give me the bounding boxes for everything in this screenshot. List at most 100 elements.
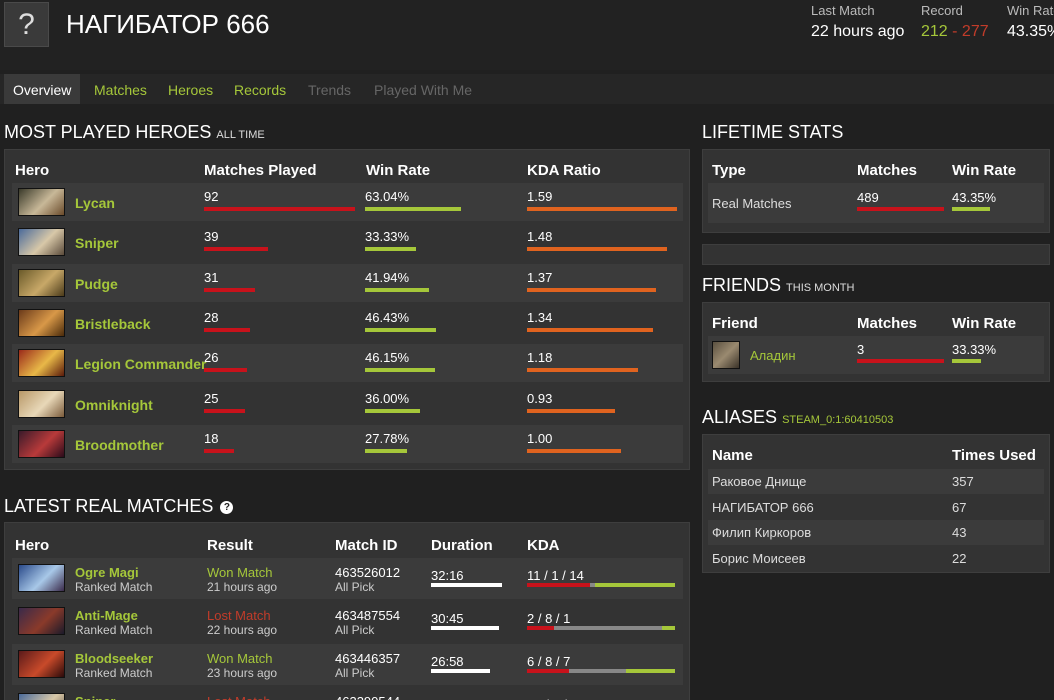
sniper-portrait[interactable] [18, 693, 65, 700]
kda-ratio: 1.00 [527, 430, 553, 446]
match-id[interactable]: 463390544 [335, 694, 400, 700]
match-id[interactable]: 463487554 [335, 608, 400, 623]
kda-bar [527, 669, 675, 673]
matches-played-bar [204, 408, 246, 413]
win-rate-bar [365, 207, 461, 211]
hero-name[interactable]: Bloodseeker [75, 651, 153, 666]
kda-ratio-bar [527, 448, 622, 453]
match-result[interactable]: Lost Match [207, 608, 271, 623]
player-avatar[interactable]: ? [4, 2, 49, 47]
matches-played-bar [204, 247, 268, 252]
hero-row[interactable]: Legion Commander 26 46.15% 1.18 [12, 344, 683, 383]
match-row[interactable]: Ogre Magi Ranked Match Won Match 21 hours a… [12, 558, 683, 599]
matches-played-bar [204, 448, 234, 453]
alias-name: Раковое Днище [712, 474, 807, 489]
alias-row[interactable]: Борис Моисеев 22 [708, 545, 1044, 571]
tab-records[interactable]: Records [225, 74, 295, 104]
match-row[interactable]: Anti-Mage Ranked Match Lost Match 22 hours … [12, 601, 683, 642]
friend-name[interactable]: Аладин [750, 348, 796, 363]
steam-id: STEAM_0:1:60410503 [782, 414, 894, 426]
hero-row[interactable]: Bristleback 28 46.43% 1.34 [12, 303, 683, 342]
win-rate: 27.78% [365, 430, 410, 446]
hero-name[interactable]: Sniper [75, 694, 115, 700]
col-kda: KDA [527, 537, 560, 554]
alias-row[interactable]: Раковое Днище 357 [708, 469, 1044, 494]
help-icon[interactable]: ? [220, 500, 234, 514]
most-played-title: MOST PLAYED HEROES ALL TIME [4, 122, 265, 143]
friends-title: FRIENDS THIS MONTH [702, 275, 854, 296]
hero-row[interactable]: Lycan 92 63.04% 1.59 [12, 183, 683, 221]
hero-row[interactable]: Pudge 31 41.94% 1.37 [12, 263, 683, 302]
col-hero: Hero [15, 162, 50, 179]
alias-times-used: 67 [952, 499, 967, 515]
friend-matches-bar [857, 359, 944, 363]
game-mode: All Pick [335, 580, 375, 594]
omniknight-portrait[interactable] [18, 389, 65, 418]
tab-heroes[interactable]: Heroes [159, 74, 222, 104]
win-rate: 46.15% [365, 350, 410, 366]
friend-win-rate: 33.33% [952, 342, 997, 357]
latest-matches-title-text: LATEST REAL MATCHES [4, 496, 214, 516]
hero-name[interactable]: Bristleback [75, 316, 150, 332]
anti-mage-portrait[interactable] [18, 607, 65, 635]
match-result[interactable]: Lost Match [207, 694, 271, 700]
sniper-portrait[interactable] [18, 228, 65, 257]
hero-name[interactable]: Pudge [75, 276, 118, 292]
win-rate-bar [365, 247, 416, 252]
win-rate-bar [365, 448, 408, 453]
win-rate-bar [365, 327, 436, 332]
friend-row[interactable]: Аладин 3 33.33% [708, 336, 1044, 374]
bristleback-portrait[interactable] [18, 308, 65, 337]
hero-name[interactable]: Sniper [75, 235, 119, 251]
col-matches: Matches [857, 162, 918, 179]
friend-avatar[interactable] [712, 341, 740, 369]
tab-trends: Trends [308, 82, 352, 98]
matches-played-bar [204, 368, 247, 373]
hero-name[interactable]: Ogre Magi [75, 565, 139, 580]
match-row[interactable]: SniperLost Match46339054425:4712 / 7 / 4 [12, 687, 683, 700]
alias-row[interactable]: НАГИБАТОР 666 67 [708, 494, 1044, 520]
friend-win-rate-bar [952, 359, 981, 363]
matches-played: 18 [204, 430, 219, 446]
match-row[interactable]: Bloodseeker Ranked Match Won Match 23 hours… [12, 644, 683, 685]
lifetime-win-rate: 43.35% [952, 190, 997, 205]
hero-name[interactable]: Lycan [75, 195, 115, 211]
col-kda-ratio: KDA Ratio [527, 162, 601, 179]
alias-row[interactable]: Филип Киркоров 43 [708, 520, 1044, 545]
profile-header: ? НАГИБАТОР 666 Last Match 22 hours ago … [0, 0, 1054, 70]
hero-row[interactable]: Omniknight 25 36.00% 0.93 [12, 384, 683, 423]
pudge-portrait[interactable] [18, 268, 65, 297]
match-id[interactable]: 463526012 [335, 565, 400, 580]
hero-row[interactable]: Sniper 39 33.33% 1.48 [12, 223, 683, 262]
last-match-value: 22 hours ago [811, 23, 905, 40]
tab-played-with-me: Played With Me [374, 82, 473, 98]
friends-panel: Friend Matches Win Rate Аладин 3 33.33% [702, 302, 1050, 382]
match-result[interactable]: Won Match [207, 565, 273, 580]
matches-played: 92 [204, 189, 219, 204]
lifetime-stats-title: LIFETIME STATS [702, 122, 844, 142]
kda-ratio: 1.48 [527, 229, 553, 245]
tab-overview[interactable]: Overview [4, 74, 81, 104]
kda-ratio: 0.93 [527, 390, 553, 406]
duration-bar [431, 583, 503, 587]
bloodseeker-portrait[interactable] [18, 650, 65, 678]
broodmother-portrait[interactable] [18, 429, 65, 458]
legion-commander-portrait[interactable] [18, 349, 65, 378]
ogre-magi-portrait[interactable] [18, 564, 65, 592]
kda-ratio: 1.59 [527, 189, 553, 204]
match-id[interactable]: 463446357 [335, 651, 400, 666]
empty-panel [702, 244, 1050, 265]
hero-name[interactable]: Omniknight [75, 397, 153, 413]
tab-matches[interactable]: Matches [85, 74, 156, 104]
hero-name[interactable]: Broodmother [75, 437, 164, 453]
lycan-portrait[interactable] [18, 188, 65, 216]
hero-name[interactable]: Legion Commander [75, 356, 206, 372]
alias-name: Филип Киркоров [712, 525, 812, 540]
hero-row[interactable]: Broodmother 18 27.78% 1.00 [12, 424, 683, 463]
match-result[interactable]: Won Match [207, 651, 273, 666]
col-win-rate: Win Rate [366, 162, 431, 179]
record-wins: 212 [921, 23, 948, 40]
hero-name[interactable]: Anti-Mage [75, 608, 138, 623]
lifetime-row[interactable]: Real Matches 489 43.35% [708, 183, 1044, 223]
record-separator: - [947, 23, 962, 40]
